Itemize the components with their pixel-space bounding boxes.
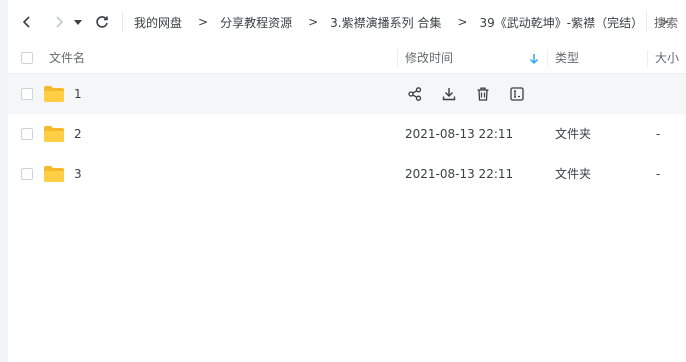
column-divider[interactable] bbox=[547, 50, 548, 67]
breadcrumb-separator: > bbox=[198, 15, 209, 29]
table-row[interactable]: 3 2021-08-13 22:11 文件夹 - bbox=[8, 154, 686, 194]
modified-time: 2021-08-13 22:11 bbox=[405, 127, 514, 141]
back-button[interactable] bbox=[16, 11, 38, 33]
forward-button[interactable] bbox=[48, 11, 70, 33]
column-header-size[interactable]: 大小 bbox=[655, 44, 679, 73]
file-size: - bbox=[656, 167, 661, 181]
column-divider[interactable] bbox=[397, 50, 398, 67]
table-header: 文件名 修改时间 类型 大小 bbox=[8, 44, 686, 74]
chevron-left-icon bbox=[22, 16, 30, 28]
breadcrumb-item-series-collection[interactable]: 3.紫襟演播系列 合集 bbox=[318, 14, 441, 31]
breadcrumb-item-my-drive[interactable]: 我的网盘 bbox=[122, 14, 182, 31]
breadcrumb: 我的网盘 > 分享教程资源 > 3.紫襟演播系列 合集 > 39《武动乾坤》-紫… bbox=[122, 0, 686, 44]
row-actions bbox=[406, 85, 542, 103]
breadcrumb-item-current-folder[interactable]: 39《武动乾坤》-紫襟（完结） bbox=[467, 14, 643, 31]
file-name[interactable]: 1 bbox=[74, 74, 82, 114]
download-button[interactable] bbox=[440, 85, 458, 103]
table-row[interactable]: 1 bbox=[8, 74, 686, 114]
table-row[interactable]: 2 2021-08-13 22:11 文件夹 - bbox=[8, 114, 686, 154]
file-type: 文件夹 bbox=[555, 167, 592, 181]
sort-arrow-down-icon[interactable] bbox=[529, 53, 539, 65]
folder-icon bbox=[44, 166, 64, 182]
rename-icon bbox=[510, 87, 524, 101]
download-icon bbox=[442, 88, 456, 101]
chevron-right-icon bbox=[56, 16, 64, 28]
delete-button[interactable] bbox=[474, 85, 492, 103]
file-type: 文件夹 bbox=[555, 127, 592, 141]
breadcrumb-item-shared-resources[interactable]: 分享教程资源 bbox=[208, 14, 292, 31]
history-dropdown-button[interactable] bbox=[70, 11, 86, 33]
refresh-button[interactable] bbox=[91, 11, 113, 33]
folder-icon bbox=[44, 126, 64, 142]
left-edge-panel bbox=[0, 0, 8, 362]
caret-down-icon bbox=[74, 20, 82, 25]
delete-icon bbox=[477, 87, 489, 101]
folder-icon bbox=[44, 86, 64, 102]
row-checkbox[interactable] bbox=[21, 168, 33, 180]
file-name[interactable]: 3 bbox=[74, 154, 82, 194]
share-button[interactable] bbox=[406, 85, 424, 103]
column-divider[interactable] bbox=[647, 50, 648, 67]
file-size: - bbox=[656, 127, 661, 141]
breadcrumb-separator: > bbox=[457, 15, 468, 29]
file-name[interactable]: 2 bbox=[74, 114, 82, 154]
row-checkbox[interactable] bbox=[21, 88, 33, 100]
breadcrumb-separator: > bbox=[308, 15, 319, 29]
modified-time: 2021-08-13 22:11 bbox=[405, 167, 514, 181]
column-header-name[interactable]: 文件名 bbox=[49, 44, 85, 73]
toolbar: 我的网盘 > 分享教程资源 > 3.紫襟演播系列 合集 > 39《武动乾坤》-紫… bbox=[8, 0, 686, 44]
select-all-checkbox[interactable] bbox=[21, 52, 33, 64]
column-header-type[interactable]: 类型 bbox=[555, 44, 579, 73]
refresh-icon bbox=[96, 16, 108, 28]
rename-button[interactable] bbox=[508, 85, 526, 103]
column-header-time[interactable]: 修改时间 bbox=[405, 44, 453, 73]
row-checkbox[interactable] bbox=[21, 128, 33, 140]
search-divider bbox=[646, 12, 647, 32]
share-icon bbox=[408, 87, 422, 101]
search-box[interactable]: 搜索 bbox=[654, 14, 678, 31]
